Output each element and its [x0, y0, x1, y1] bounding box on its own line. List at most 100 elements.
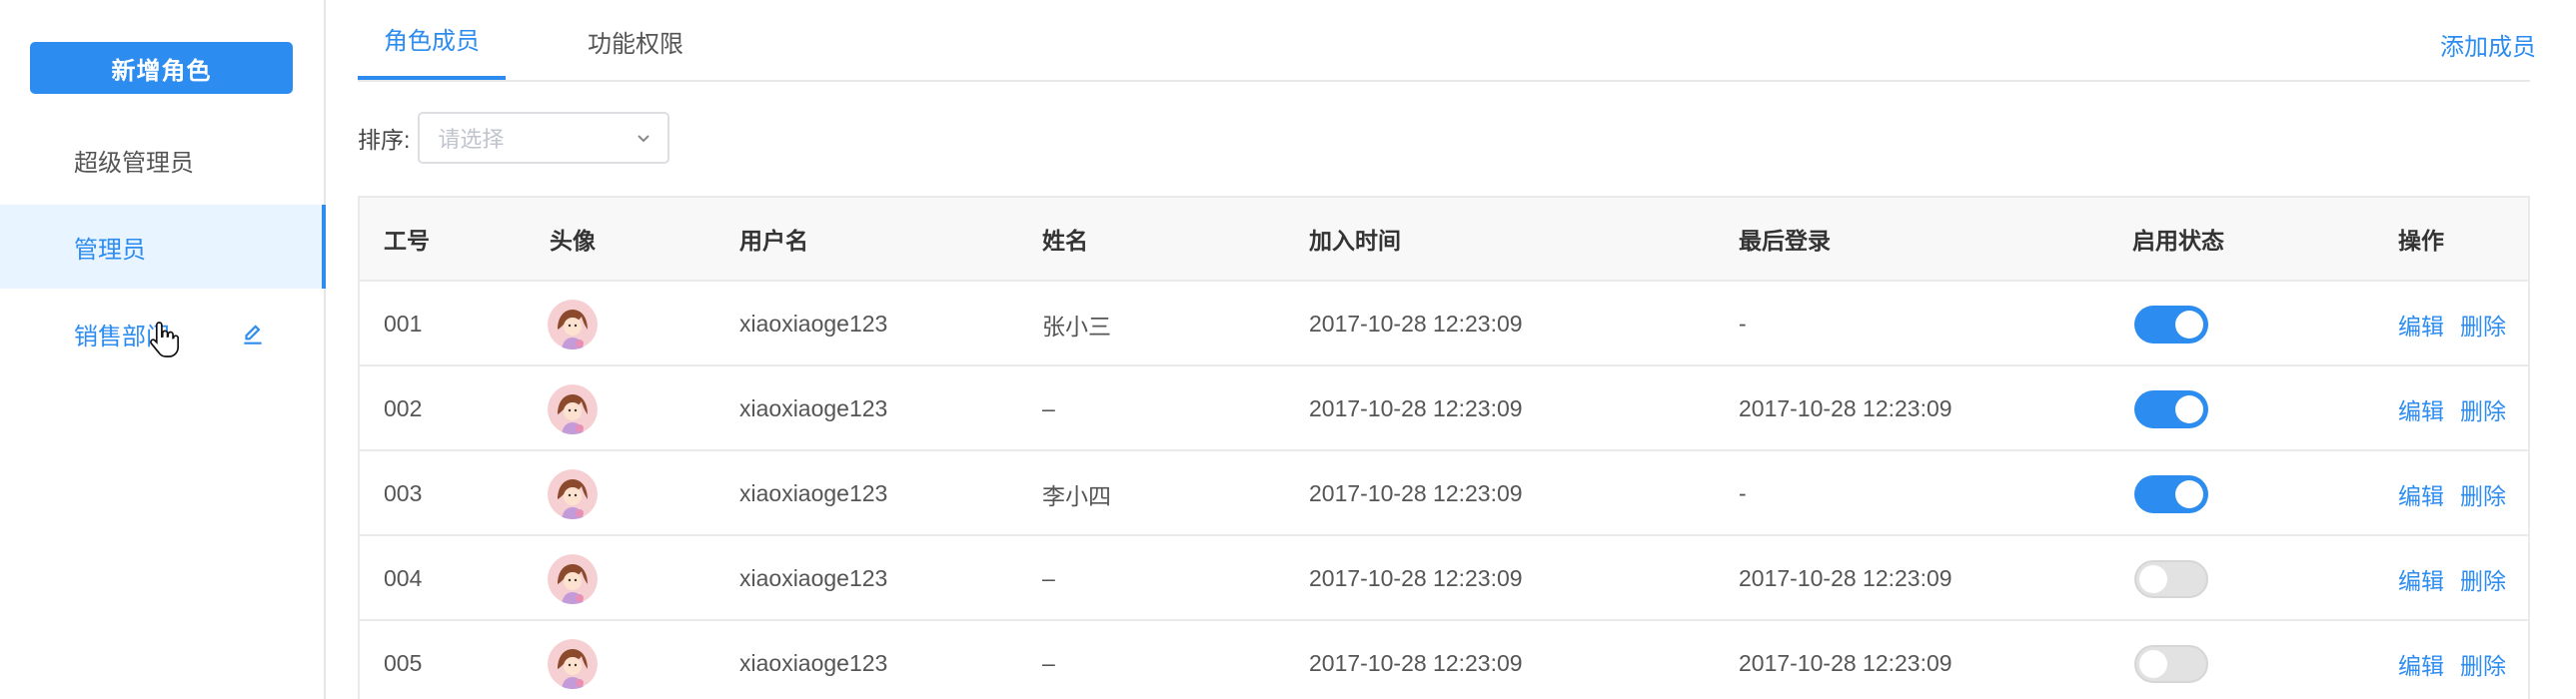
cell-name: –: [1042, 565, 1055, 591]
header-joined: 加入时间: [1309, 228, 1401, 254]
edit-button[interactable]: 编辑: [2398, 477, 2444, 511]
status-toggle[interactable]: [2134, 389, 2208, 428]
toggle-knob: [2175, 479, 2203, 508]
table-row: 003 xiaoxiaoge123 李小四 2017-10-28 12:23:0…: [360, 451, 2528, 536]
status-toggle[interactable]: [2134, 305, 2208, 344]
table-row: 002 xiaoxiaoge123 – 2017-10-28 12:23:09 …: [360, 366, 2528, 451]
delete-button[interactable]: 删除: [2460, 647, 2506, 681]
cell-status: [2134, 621, 2208, 699]
cell-avatar: [548, 621, 598, 699]
cell-status: [2134, 366, 2208, 451]
delete-button[interactable]: 删除: [2460, 308, 2506, 342]
cell-actions: 编辑 删除: [2398, 451, 2522, 536]
new-role-button[interactable]: 新增角色: [30, 42, 293, 94]
cell-last-login: -: [1739, 311, 1747, 337]
delete-button[interactable]: 删除: [2460, 562, 2506, 596]
cell-name: 张小三: [1042, 313, 1111, 340]
status-toggle[interactable]: [2134, 474, 2208, 513]
cell-id: 005: [384, 650, 423, 676]
hand-pointer-icon: [150, 322, 180, 357]
cell-status: [2134, 536, 2208, 621]
toggle-knob: [2139, 649, 2167, 678]
cell-id: 002: [384, 395, 423, 421]
header-status: 启用状态: [2132, 228, 2224, 254]
tab-role-members[interactable]: 角色成员: [358, 0, 506, 80]
cell-actions: 编辑 删除: [2398, 282, 2522, 366]
cell-username: xiaoxiaoge123: [739, 650, 888, 676]
delete-button[interactable]: 删除: [2460, 392, 2506, 426]
cell-joined: 2017-10-28 12:23:09: [1309, 395, 1523, 421]
sidebar-item-super-admin[interactable]: 超级管理员: [0, 118, 326, 202]
cell-avatar: [548, 282, 598, 366]
avatar: [548, 553, 598, 604]
avatar: [548, 299, 598, 350]
cell-name: –: [1042, 650, 1055, 676]
header-name: 姓名: [1042, 228, 1088, 254]
cell-avatar: [548, 536, 598, 621]
cell-joined: 2017-10-28 12:23:09: [1309, 311, 1523, 337]
cell-name: 李小四: [1042, 482, 1111, 509]
sort-select[interactable]: 请选择: [418, 112, 670, 164]
edit-button[interactable]: 编辑: [2398, 562, 2444, 596]
cell-avatar: [548, 366, 598, 451]
toggle-knob: [2175, 394, 2203, 423]
header-last-login: 最后登录: [1739, 228, 1831, 254]
header-avatar: 头像: [550, 228, 596, 254]
tab-bar: 角色成员 功能权限: [358, 0, 2530, 82]
tab-permissions[interactable]: 功能权限: [578, 0, 693, 82]
sidebar-item-admin[interactable]: 管理员: [0, 205, 326, 289]
delete-button[interactable]: 删除: [2460, 477, 2506, 511]
sort-row: 排序: 请选择: [358, 112, 670, 164]
cell-actions: 编辑 删除: [2398, 621, 2522, 699]
pencil-icon[interactable]: [240, 322, 266, 348]
toggle-knob: [2175, 310, 2203, 339]
sidebar-item-label: 超级管理员: [74, 149, 194, 177]
cell-last-login: 2017-10-28 12:23:09: [1739, 395, 1952, 421]
cell-username: xiaoxiaoge123: [739, 565, 888, 591]
sort-placeholder: 请选择: [438, 127, 505, 152]
main-panel: 角色成员 功能权限 添加成员 排序: 请选择 工号 头像 用户名 姓名 加入时间…: [326, 0, 2576, 699]
table-header: 工号 头像 用户名 姓名 加入时间 最后登录 启用状态 操作: [360, 198, 2528, 282]
sidebar-item-label: 管理员: [74, 236, 146, 264]
avatar: [548, 468, 598, 519]
cell-username: xiaoxiaoge123: [739, 480, 888, 506]
status-toggle[interactable]: [2134, 559, 2208, 598]
cell-status: [2134, 282, 2208, 366]
cell-username: xiaoxiaoge123: [739, 395, 888, 421]
tab-label: 角色成员: [384, 27, 480, 55]
edit-button[interactable]: 编辑: [2398, 392, 2444, 426]
status-toggle[interactable]: [2134, 644, 2208, 683]
chevron-down-icon: [638, 135, 650, 143]
cell-id: 003: [384, 480, 423, 506]
table-row: 005 xiaoxiaoge123 – 2017-10-28 12:23:09 …: [360, 621, 2528, 699]
cell-last-login: 2017-10-28 12:23:09: [1739, 565, 1952, 591]
avatar: [548, 638, 598, 689]
cell-actions: 编辑 删除: [2398, 366, 2522, 451]
cell-avatar: [548, 451, 598, 536]
cell-id: 004: [384, 565, 423, 591]
cell-joined: 2017-10-28 12:23:09: [1309, 650, 1523, 676]
cell-joined: 2017-10-28 12:23:09: [1309, 565, 1523, 591]
cell-status: [2134, 451, 2208, 536]
toggle-knob: [2139, 564, 2167, 593]
header-actions: 操作: [2398, 228, 2444, 254]
cell-actions: 编辑 删除: [2398, 536, 2522, 621]
sort-label: 排序:: [358, 127, 411, 153]
add-member-link[interactable]: 添加成员: [2440, 0, 2536, 88]
cell-last-login: 2017-10-28 12:23:09: [1739, 650, 1952, 676]
role-sidebar: 新增角色 超级管理员 管理员 销售部门: [0, 0, 326, 699]
avatar: [548, 383, 598, 434]
cell-username: xiaoxiaoge123: [739, 311, 888, 337]
tab-label: 功能权限: [588, 30, 683, 58]
cell-name: –: [1042, 395, 1055, 421]
header-id: 工号: [384, 228, 430, 254]
edit-button[interactable]: 编辑: [2398, 308, 2444, 342]
cell-id: 001: [384, 311, 423, 337]
members-table: 工号 头像 用户名 姓名 加入时间 最后登录 启用状态 操作 001 xiaox…: [358, 196, 2530, 699]
table-body: 001 xiaoxiaoge123 张小三 2017-10-28 12:23:0…: [360, 282, 2528, 699]
table-row: 001 xiaoxiaoge123 张小三 2017-10-28 12:23:0…: [360, 282, 2528, 366]
edit-button[interactable]: 编辑: [2398, 647, 2444, 681]
cell-last-login: -: [1739, 480, 1747, 506]
header-username: 用户名: [739, 228, 808, 254]
cell-joined: 2017-10-28 12:23:09: [1309, 480, 1523, 506]
